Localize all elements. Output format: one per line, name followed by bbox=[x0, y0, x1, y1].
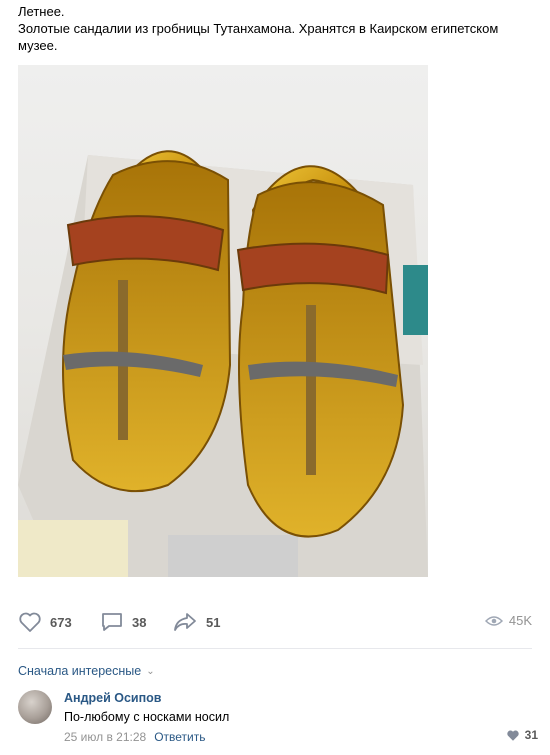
comment-count: 38 bbox=[132, 614, 147, 630]
chevron-down-icon: ⌄ bbox=[146, 665, 155, 677]
views-count: 45K bbox=[508, 613, 532, 628]
divider bbox=[18, 648, 532, 649]
comment-date[interactable]: 25 июл в 21:28 bbox=[64, 730, 146, 744]
heart-icon bbox=[19, 612, 41, 632]
share-count: 51 bbox=[206, 614, 221, 630]
avatar[interactable] bbox=[18, 690, 52, 724]
post-actions: 673 38 51 45K bbox=[0, 603, 550, 643]
comments-sort-dropdown[interactable]: Сначала интересные ⌄ bbox=[18, 664, 155, 678]
heart-icon bbox=[506, 730, 519, 741]
comment-like-count: 31 bbox=[524, 728, 538, 742]
post-text: Летнее. Золотые сандалии из гробницы Тут… bbox=[18, 3, 538, 54]
post-photo[interactable] bbox=[18, 65, 428, 577]
like-button[interactable]: 673 bbox=[18, 611, 72, 633]
like-count: 673 bbox=[50, 614, 72, 630]
comment-like-button[interactable]: 31 bbox=[506, 728, 538, 742]
share-icon bbox=[174, 613, 196, 631]
comment-meta: 25 июл в 21:28 Ответить bbox=[64, 730, 206, 744]
reply-button[interactable]: Ответить bbox=[154, 730, 205, 744]
comment-button[interactable]: 38 bbox=[100, 611, 146, 633]
comment-text: По-любому с носками носил bbox=[64, 710, 230, 724]
comment-author[interactable]: Андрей Осипов bbox=[64, 691, 162, 705]
views-counter: 45K bbox=[484, 613, 532, 628]
golden-sandals-image bbox=[18, 150, 428, 577]
comment-item: Андрей Осипов По-любому с носками носил … bbox=[18, 690, 538, 750]
sort-label: Сначала интересные bbox=[18, 664, 142, 678]
post-text-line-2: Золотые сандалии из гробницы Тутанхамона… bbox=[18, 21, 502, 53]
post-text-line-1: Летнее. bbox=[18, 4, 65, 19]
comment-icon bbox=[102, 613, 122, 631]
share-button[interactable]: 51 bbox=[172, 611, 220, 633]
eye-icon bbox=[484, 615, 503, 626]
